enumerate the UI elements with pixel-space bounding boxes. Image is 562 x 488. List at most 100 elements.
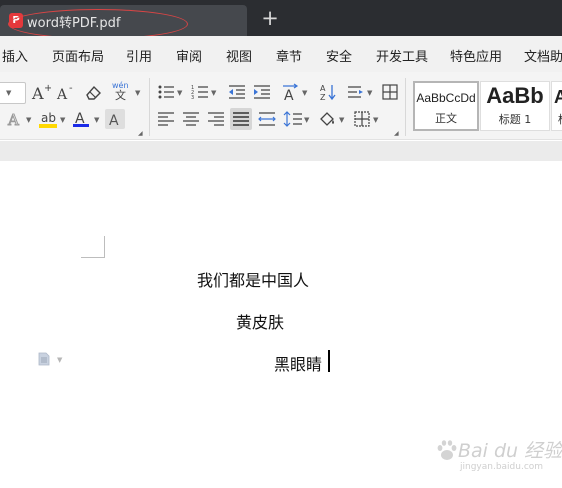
- style-normal[interactable]: AaBbCcDd 正文: [413, 81, 479, 131]
- svg-text:Z: Z: [320, 93, 326, 101]
- svg-text:ab: ab: [41, 111, 56, 125]
- grid-icon: [382, 84, 398, 100]
- increase-indent-button[interactable]: [252, 82, 272, 102]
- document-canvas-gap: [0, 141, 562, 161]
- sort-icon: AZ: [320, 84, 336, 101]
- svg-text:A: A: [56, 87, 68, 101]
- chevron-down-icon: ▼: [6, 89, 12, 97]
- distributed-align-button[interactable]: [257, 109, 277, 129]
- menu-section[interactable]: 章节: [276, 46, 302, 65]
- ribbon-menu: 插入 页面布局 引用 审阅 视图 章节 安全 开发工具 特色应用 文档助手: [0, 36, 562, 72]
- menu-special-apps[interactable]: 特色应用: [450, 46, 502, 65]
- chevron-down-icon[interactable]: ▼: [211, 90, 218, 97]
- document-tab[interactable]: P word转PDF.pdf: [0, 5, 247, 36]
- toolbar-separator: [149, 78, 150, 136]
- dialog-launcher-icon[interactable]: ◢: [394, 130, 401, 137]
- text-cursor: [328, 350, 330, 372]
- svg-text:A: A: [7, 111, 19, 128]
- document-tab-title: word转PDF.pdf: [27, 16, 121, 31]
- svg-text:3: 3: [191, 95, 194, 100]
- char-shading-icon: A: [109, 113, 119, 128]
- line-spacing-icon: [283, 111, 302, 127]
- style-preview: AaBbCcDd: [416, 91, 476, 105]
- text-effect-icon: A: [7, 111, 20, 129]
- sort-button[interactable]: AZ: [318, 82, 338, 102]
- style-name: 标: [558, 111, 562, 127]
- chevron-down-icon[interactable]: ▼: [339, 117, 346, 124]
- menu-insert[interactable]: 插入: [2, 46, 28, 65]
- distributed-align-icon: [258, 112, 276, 126]
- tab-bar: P word转PDF.pdf +: [0, 0, 562, 39]
- shrink-font-button[interactable]: A-: [56, 82, 76, 102]
- bullet-list-icon: [158, 85, 174, 99]
- borders-icon: [354, 111, 370, 127]
- highlight-button[interactable]: ab: [38, 109, 58, 129]
- chevron-down-icon[interactable]: ▼: [304, 117, 311, 124]
- style-heading-1[interactable]: AaBb 标题 1: [480, 81, 550, 131]
- decrease-indent-button[interactable]: [227, 82, 247, 102]
- grow-font-button[interactable]: A +: [31, 82, 51, 102]
- toolbar-separator: [405, 78, 406, 136]
- document-paragraph[interactable]: 黄皮肤: [236, 309, 284, 333]
- table-insert-button[interactable]: [380, 82, 400, 102]
- document-paragraph[interactable]: 我们都是中国人: [197, 267, 309, 291]
- eraser-icon: [86, 85, 101, 100]
- svg-text:-: -: [69, 83, 73, 94]
- font-color-button[interactable]: A: [72, 109, 92, 129]
- menu-developer-tools[interactable]: 开发工具: [376, 46, 428, 65]
- bullet-list-button[interactable]: [156, 82, 176, 102]
- style-name: 正文: [435, 112, 457, 125]
- text-direction-button[interactable]: A: [281, 82, 301, 102]
- chevron-down-icon[interactable]: ▼: [94, 117, 101, 124]
- new-tab-button[interactable]: +: [258, 6, 282, 30]
- line-spacing-tab-button[interactable]: [346, 82, 366, 102]
- svg-text:A: A: [109, 113, 119, 128]
- grow-font-icon: A +: [31, 83, 51, 101]
- style-heading-2[interactable]: Aa 标: [551, 81, 562, 131]
- align-justify-button[interactable]: [230, 108, 252, 130]
- chevron-down-icon[interactable]: ▼: [135, 90, 142, 97]
- menu-page-layout[interactable]: 页面布局: [52, 46, 104, 65]
- style-preview: Aa: [554, 87, 562, 108]
- char-shading-button[interactable]: A: [105, 109, 125, 129]
- font-size-select[interactable]: ▼: [0, 82, 26, 104]
- document-paragraph[interactable]: 黑眼睛: [274, 351, 322, 375]
- align-center-icon: [183, 112, 199, 126]
- align-left-icon: [158, 112, 174, 126]
- align-right-button[interactable]: [206, 109, 226, 129]
- font-color-icon: A: [73, 111, 89, 127]
- menu-review[interactable]: 审阅: [176, 46, 202, 65]
- menu-view[interactable]: 视图: [226, 46, 252, 65]
- menu-document-assistant[interactable]: 文档助手: [524, 46, 562, 65]
- paragraph-layout-icon[interactable]: [38, 352, 50, 366]
- style-name: 标题 1: [498, 113, 532, 126]
- text-effect-button[interactable]: A: [5, 109, 25, 129]
- shrink-font-icon: A-: [56, 83, 73, 101]
- styles-gallery: AaBbCcDd 正文 AaBb 标题 1 Aa 标: [411, 81, 562, 133]
- menu-security[interactable]: 安全: [326, 46, 352, 65]
- align-justify-icon: [233, 112, 249, 126]
- phonetic-guide-button[interactable]: wén 文: [110, 80, 134, 101]
- align-center-button[interactable]: [181, 109, 201, 129]
- clear-format-button[interactable]: [83, 82, 103, 102]
- toolbar: ▼ A + A- wén 文 ▼ A ▼ ab ▼ A ▼ A ◢ ▼ 123 ▼: [0, 72, 562, 140]
- chevron-down-icon[interactable]: ▼: [57, 356, 62, 364]
- dialog-launcher-icon[interactable]: ◢: [138, 130, 145, 137]
- svg-text:+: +: [44, 83, 51, 94]
- numbered-list-icon: 123: [191, 85, 208, 100]
- numbered-list-button[interactable]: 123: [190, 82, 210, 102]
- chevron-down-icon[interactable]: ▼: [26, 117, 33, 124]
- chevron-down-icon[interactable]: ▼: [367, 90, 374, 97]
- shading-button[interactable]: [318, 109, 338, 129]
- chevron-down-icon[interactable]: ▼: [373, 117, 380, 124]
- chevron-down-icon[interactable]: ▼: [60, 117, 67, 124]
- pdf-file-icon: P: [9, 13, 23, 28]
- line-spacing-button[interactable]: [283, 109, 303, 129]
- svg-text:A: A: [31, 84, 44, 101]
- align-left-button[interactable]: [156, 109, 176, 129]
- borders-button[interactable]: [352, 109, 372, 129]
- chevron-down-icon[interactable]: ▼: [302, 90, 309, 97]
- menu-references[interactable]: 引用: [126, 46, 152, 65]
- chevron-down-icon[interactable]: ▼: [177, 90, 184, 97]
- text-direction-icon: A: [283, 83, 299, 101]
